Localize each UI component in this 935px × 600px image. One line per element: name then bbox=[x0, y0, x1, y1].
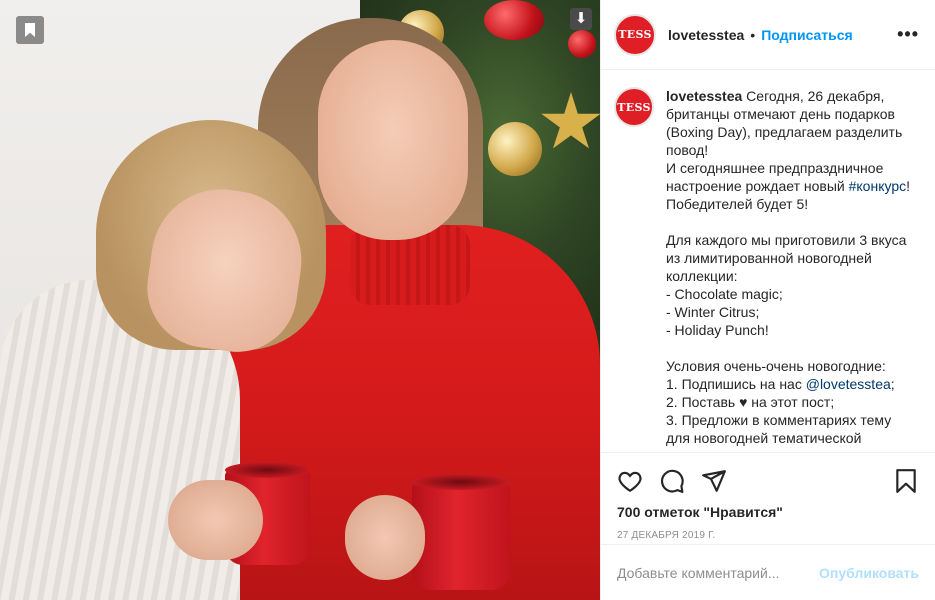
red-ornament bbox=[568, 30, 596, 58]
caption-text: lovetesstea Сегодня, 26 декабря, британц… bbox=[666, 87, 911, 447]
woman-right-face bbox=[318, 40, 468, 240]
separator-dot: • bbox=[750, 26, 756, 43]
caption-avatar[interactable]: TESS bbox=[614, 87, 654, 127]
likes-count[interactable]: 700 отметок "Нравится" bbox=[617, 504, 919, 520]
heart-icon[interactable] bbox=[617, 468, 643, 494]
follow-button[interactable]: Подписаться bbox=[761, 27, 853, 43]
gold-ornament bbox=[488, 122, 542, 176]
actions-bar: 700 отметок "Нравится" 27 декабря 2019 г… bbox=[601, 452, 935, 541]
caption-area[interactable]: TESS lovetesstea Сегодня, 26 декабря, бр… bbox=[601, 71, 935, 452]
username-link[interactable]: lovetesstea bbox=[668, 27, 744, 43]
hand-right bbox=[345, 495, 425, 580]
post-side-panel: TESS lovetesstea • Подписаться ••• TESS … bbox=[600, 0, 935, 600]
caption-username[interactable]: lovetesstea bbox=[666, 88, 742, 104]
paper-plane-icon[interactable] bbox=[701, 468, 727, 494]
post-header: TESS lovetesstea • Подписаться ••• bbox=[601, 0, 935, 70]
avatar[interactable]: TESS bbox=[614, 13, 656, 56]
more-options-icon[interactable]: ••• bbox=[897, 24, 919, 45]
red-mug-right-rim bbox=[412, 474, 510, 490]
comment-bubble-icon[interactable] bbox=[659, 468, 685, 494]
post-photo[interactable]: ⬇ bbox=[0, 0, 600, 600]
comment-bar: Опубликовать bbox=[601, 544, 935, 600]
hashtag-link[interactable]: #конкурс bbox=[849, 178, 907, 194]
hand-left bbox=[168, 480, 263, 560]
mention-link[interactable]: @lovetesstea bbox=[806, 376, 891, 392]
publish-button[interactable]: Опубликовать bbox=[819, 565, 919, 581]
post-date[interactable]: 27 декабря 2019 г. bbox=[617, 530, 919, 541]
action-icons bbox=[617, 461, 919, 501]
red-mug-left-rim bbox=[225, 462, 310, 478]
red-ornament bbox=[484, 0, 544, 40]
caption-body-2: ! Победителей будет 5! Для каждого мы пр… bbox=[666, 178, 910, 392]
bookmark-icon[interactable] bbox=[16, 16, 44, 44]
bookmark-icon[interactable] bbox=[893, 468, 919, 494]
comment-input[interactable] bbox=[617, 564, 820, 581]
red-mug-right bbox=[412, 482, 510, 590]
download-arrow-icon[interactable]: ⬇ bbox=[570, 8, 592, 30]
caption-row: TESS lovetesstea Сегодня, 26 декабря, бр… bbox=[614, 87, 923, 447]
